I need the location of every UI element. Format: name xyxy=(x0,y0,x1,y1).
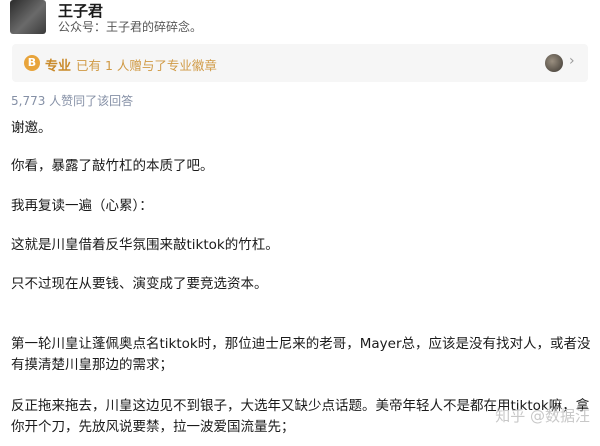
badge-giver-avatar[interactable] xyxy=(545,54,563,72)
paragraph-1: 谢邀。 xyxy=(11,120,52,136)
paragraph-5: 只不过现在从要钱、演变成了要竞选资本。 xyxy=(11,276,268,292)
author-bio: 公众号：王子君的碎碎念。 xyxy=(58,20,203,34)
paragraph-2: 你看，暴露了敲竹杠的本质了吧。 xyxy=(11,158,214,174)
author-avatar[interactable] xyxy=(10,0,46,34)
paragraph-6-line-1: 第一轮川皇让蓬佩奥点名tiktok时，那位迪士尼来的老哥，Mayer总，应该是没… xyxy=(11,336,591,352)
paragraph-7-line-2: 你开个刀，先放风说要禁，拉一波爱国流量先； xyxy=(11,419,295,435)
badge-bar[interactable]: B 专业 已有 1 人赠与了专业徽章 › xyxy=(12,44,588,82)
vote-count[interactable]: 5,773 人赞同了该回答 xyxy=(11,92,133,109)
badge-text: 已有 1 人赠与了专业徽章 xyxy=(76,58,217,73)
paragraph-3: 我再复读一遍（心累）： xyxy=(11,198,153,214)
paragraph-6-line-2: 有摸清楚川皇那边的需求； xyxy=(11,357,173,373)
badge-icon: B xyxy=(24,55,40,71)
badge-label: 专业 xyxy=(45,59,72,74)
paragraph-4: 这就是川皇借着反华氛围来敲tiktok的竹杠。 xyxy=(11,237,279,253)
author-row: 王子君 公众号：王子君的碎碎念。 xyxy=(0,0,600,40)
watermark: 知乎 @数据汪 xyxy=(495,407,590,425)
chevron-right-icon[interactable]: › xyxy=(569,53,575,69)
